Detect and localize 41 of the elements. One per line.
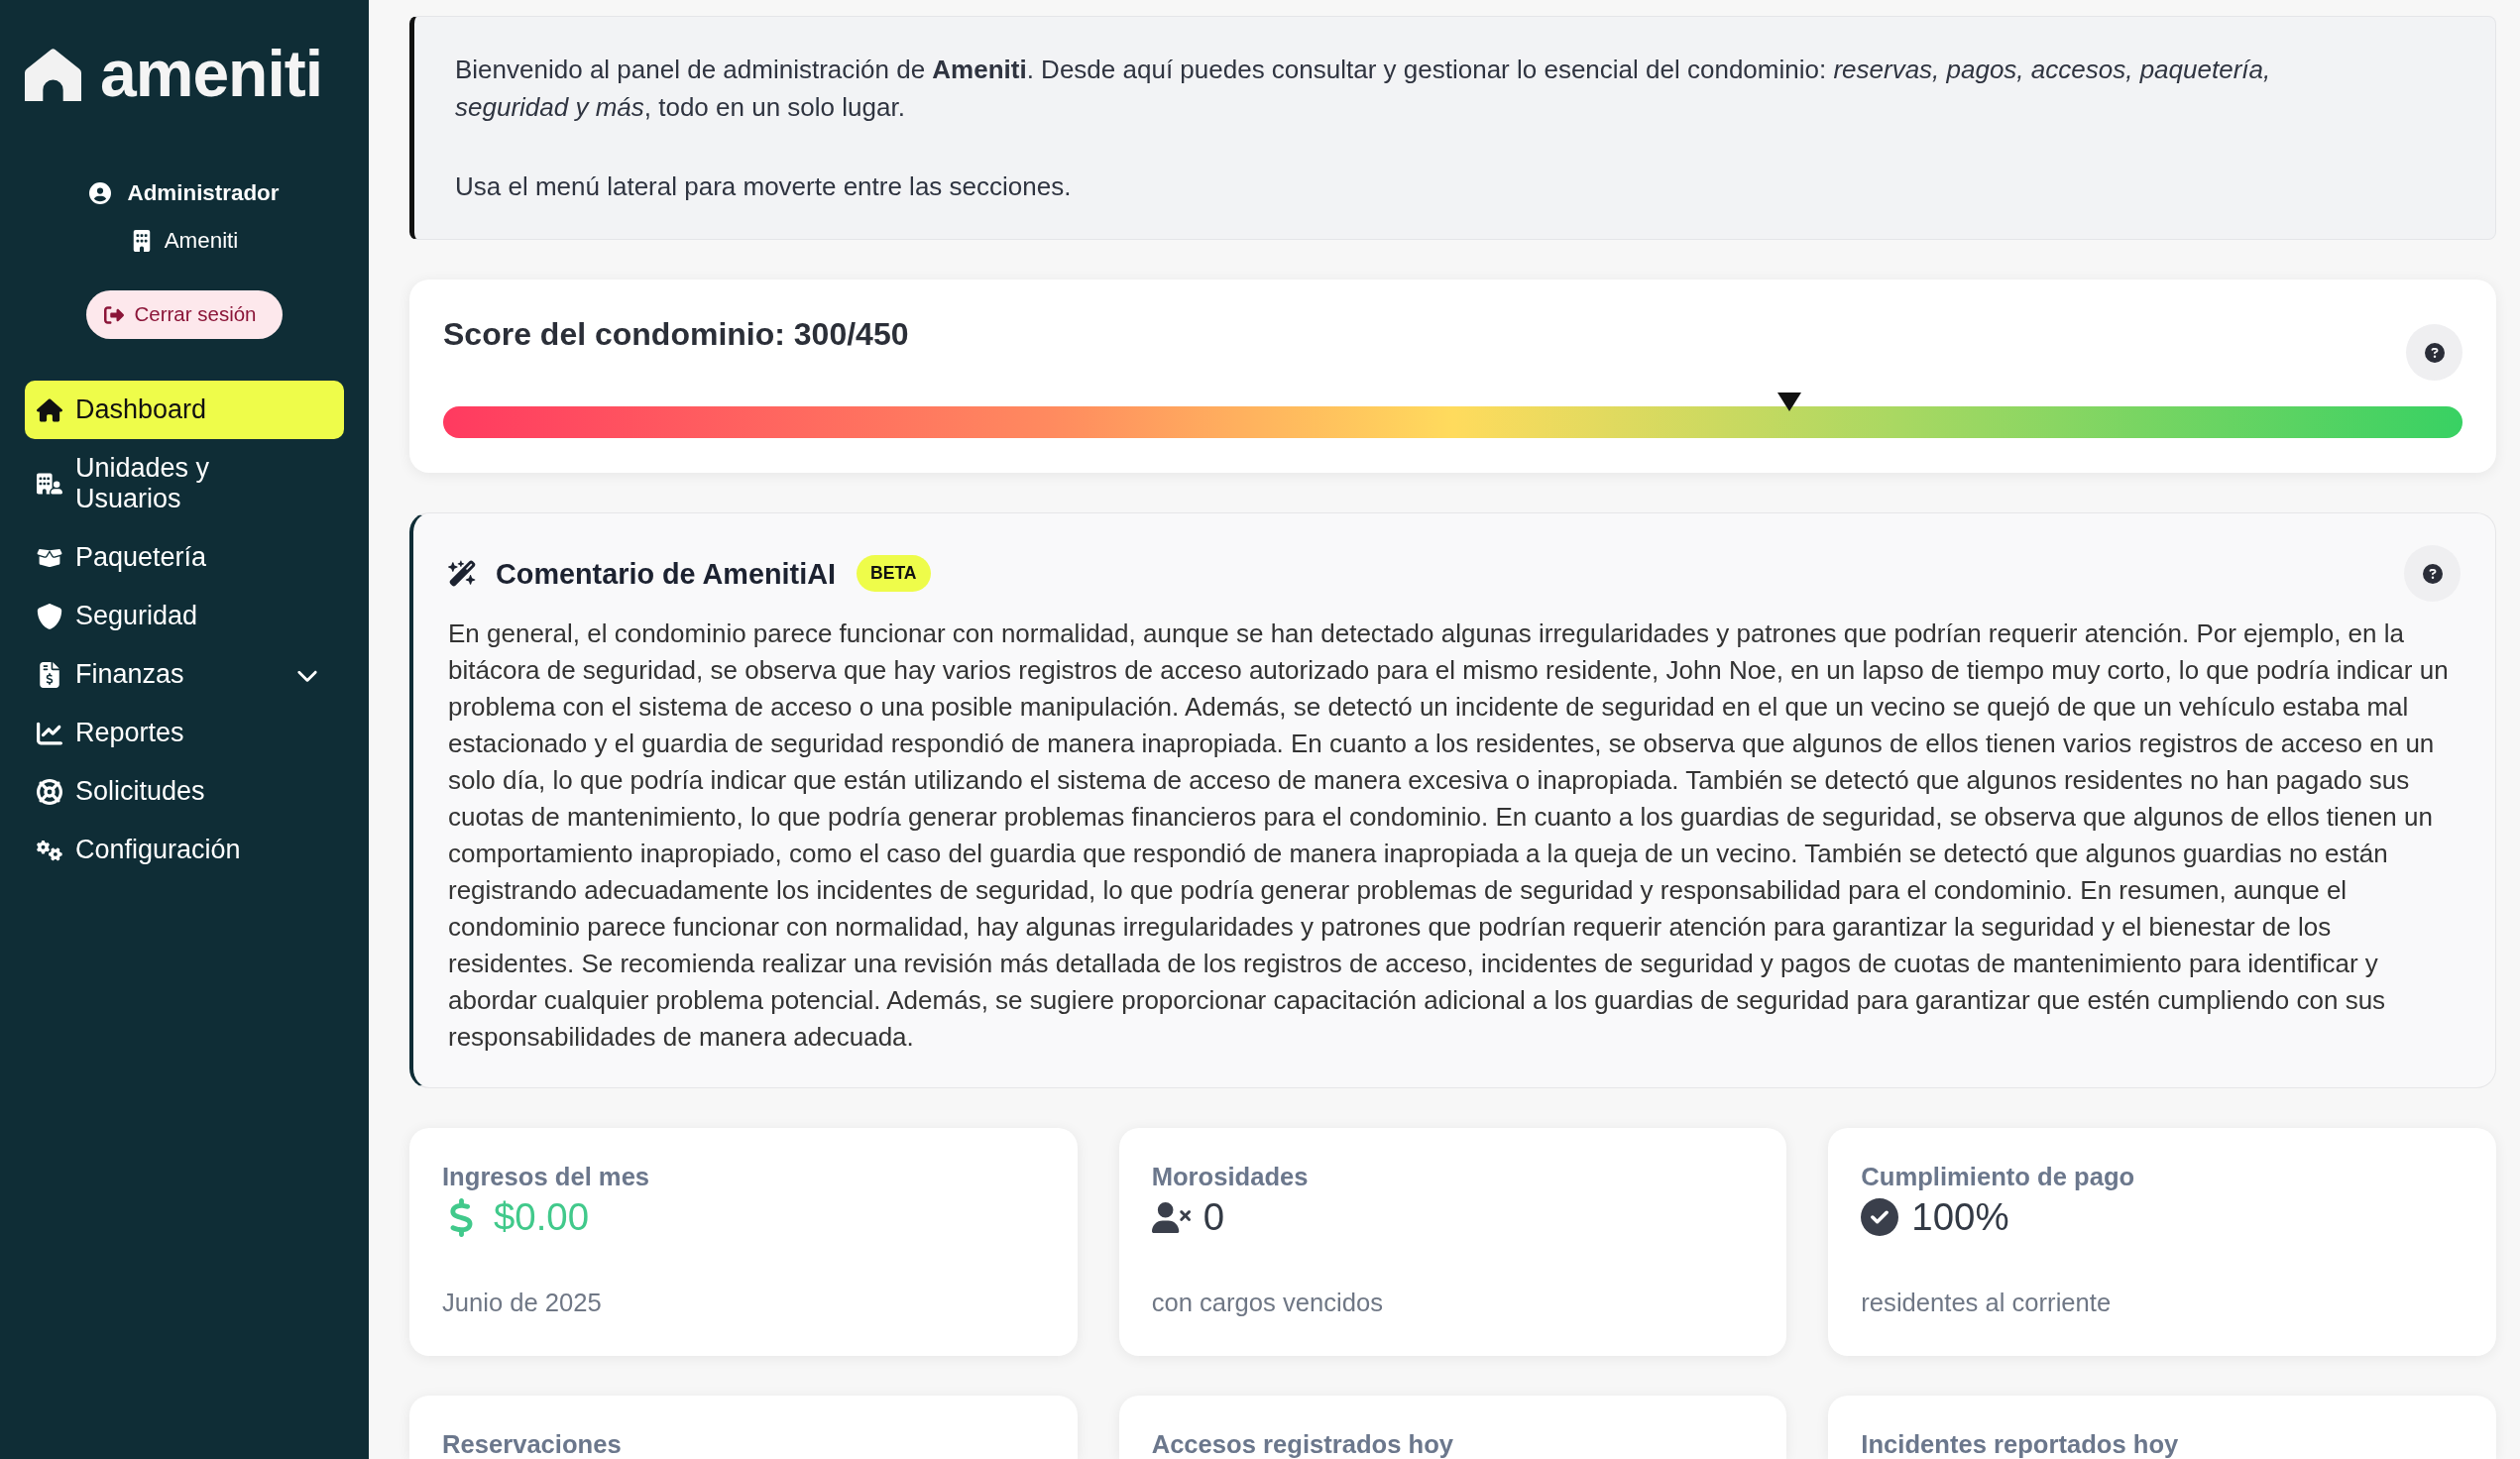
stat-label: Accesos registrados hoy	[1151, 1429, 1455, 1459]
stat-value: $0.00	[494, 1195, 590, 1240]
stat-caption: con cargos vencidos	[1151, 1288, 1384, 1319]
score-title: Score del condominio: 300/450	[443, 315, 909, 354]
house-icon	[37, 396, 62, 423]
beta-badge: BETA	[856, 555, 931, 593]
intro-paragraph: Bienvenido al panel de administración de Ameniti. Desde aquí puedes consultar y gestionar lo esencial del condominio: reservas, pagos, accesos, paquetería, seguridad y más, todo en un solo lugar.	[455, 54, 2272, 125]
logout-button[interactable]: Cerrar sesión	[86, 290, 283, 339]
house-logo-icon	[25, 46, 81, 101]
nav-item[interactable]: Configuración	[25, 821, 344, 879]
nav-item[interactable]: Unidades y Usuarios	[25, 439, 344, 528]
nav-item[interactable]: Finanzas	[25, 645, 344, 704]
ai-comment-title: Comentario de AmenitiAI	[496, 556, 836, 592]
help-icon	[2422, 563, 2443, 584]
stat-label: Morosidades	[1151, 1162, 1310, 1193]
user-name: Administrador	[127, 179, 280, 207]
stat-caption: residentes al corriente	[1861, 1288, 2113, 1319]
magic-wand-icon	[448, 559, 477, 589]
shield-icon	[37, 603, 62, 629]
stat-label: Ingresos del mes	[442, 1162, 651, 1193]
nav-item[interactable]: Reportes	[25, 704, 344, 762]
stat-label: Reservaciones	[442, 1429, 623, 1459]
stat-value: 0	[1203, 1195, 1224, 1240]
logout-icon	[104, 304, 125, 325]
invoice-icon	[37, 661, 62, 688]
nav-item[interactable]: Solicitudes	[25, 762, 344, 821]
intro-paragraph: Usa el menú lateral para moverte entre las secciones.	[455, 169, 1073, 203]
nav-item[interactable]: Seguridad	[25, 587, 344, 645]
stat-value: 100%	[1911, 1195, 2009, 1240]
nav-item[interactable]: Paquetería	[25, 528, 344, 587]
life-ring-icon	[37, 778, 62, 805]
organization-name: Ameniti	[164, 227, 239, 255]
ai-comment-text: En general, el condominio parece funcionar con normalidad, aunque se han detectado algunas irregularidades y patrones que podrían requerir atención. Por ejemplo, en la bitácora de seguridad, se observa que hay varios registros de acceso autorizado para el mismo residente, John Noe, en un lapso de tiempo muy corto, lo que podría indicar un problema con el sistema de acceso o una posible manipulación. Además, se detectó un incidente de seguridad en el que un vecino se quejó de que un vehículo estaba mal estacionado y el guardia de seguridad respondió de manera inapropiada. En cuanto a los residentes, se observa que algunos de ellos tienen varios registros de acceso en un solo día, lo que podría indicar que están utilizando el sistema de acceso de manera excesiva o inapropiada. También se detectó que algunos residentes no han pagado sus cuotas de mantenimiento, lo que podría generar problemas financieros para el condominio. En cuanto a los guardias de seguridad, se observa que algunos de ellos tienen un comportamiento inapropiado, como el caso del guardia que respondió de manera inapropiada a la queja de un vecino. También se detectó que algunos guardias no están registrando adecuadamente los incidentes de seguridad, lo que podría generar problemas de seguridad y responsabilidad para el condominio. En resumen, aunque el condominio parece funcionar con normalidad, hay algunas irregularidades y patrones que podrían requerir atención para garantizar la seguridad y el bienestar de los residentes. Se recomienda realizar una revisión más detallada de los registros de acceso, incidentes de seguridad y pagos de cuotas de mantenimiento para identificar y abordar cualquier problema potencial. Además, se sugiere proporcionar capacitación adicional a los guardias de seguridad para garantizar que estén cumpliendo con sus responsabilidades de manera adecuada.	[448, 617, 2450, 1055]
help-icon	[2424, 342, 2445, 363]
brand-name: ameniti	[100, 40, 323, 107]
stat-caption: Junio de 2025	[442, 1288, 603, 1319]
line-chart-icon	[37, 720, 62, 746]
stat-label: Cumplimiento de pago	[1861, 1162, 2136, 1193]
stat-label: Incidentes reportados hoy	[1861, 1429, 2180, 1459]
nav-item[interactable]: Dashboard	[25, 381, 344, 439]
building-user-icon	[37, 471, 62, 497]
